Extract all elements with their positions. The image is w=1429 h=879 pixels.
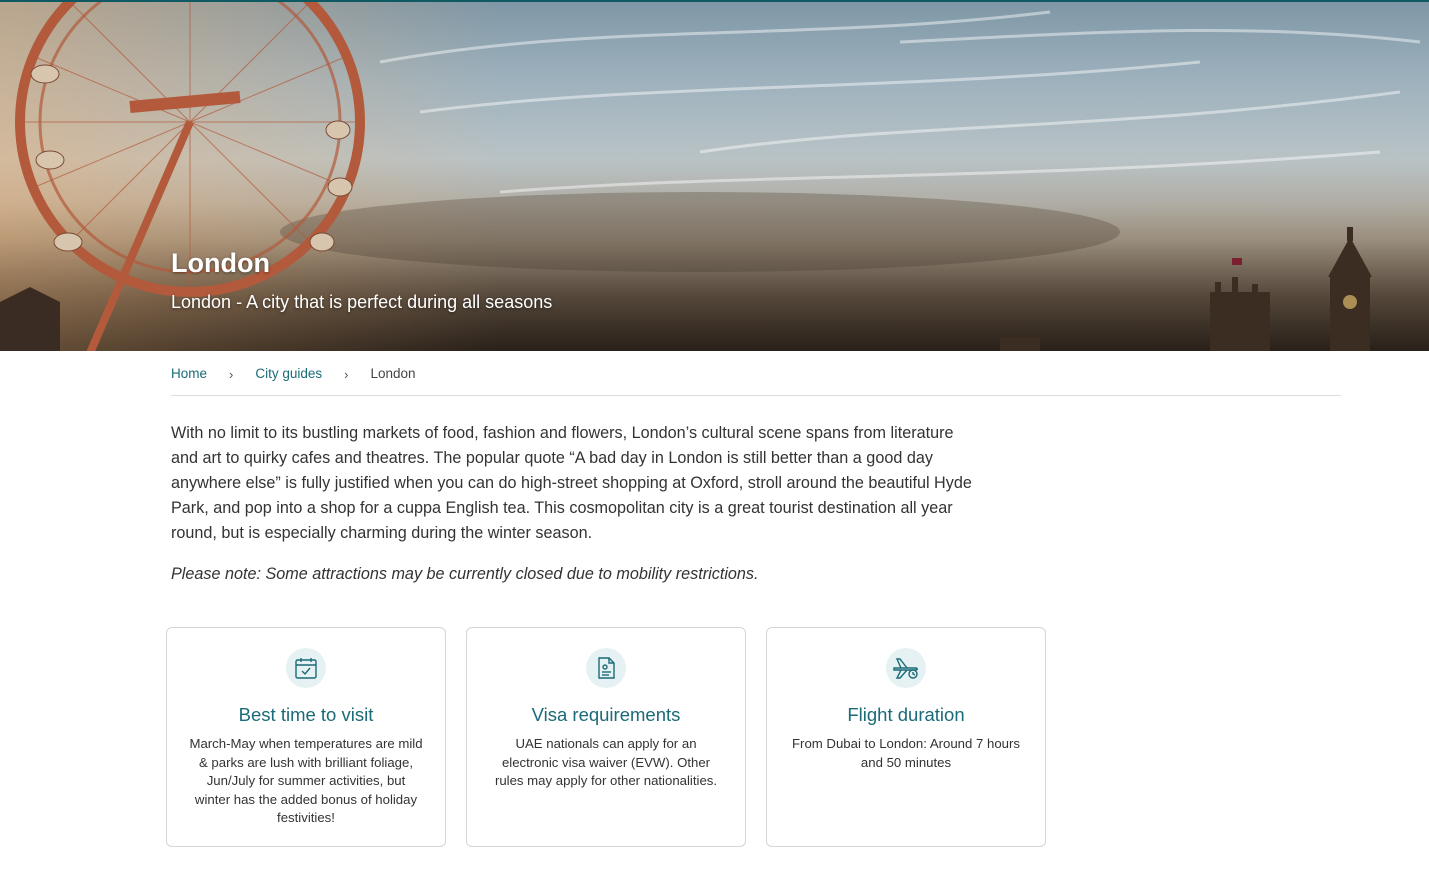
card-title: Best time to visit	[238, 704, 374, 725]
intro-paragraph: With no limit to its bustling markets of…	[171, 424, 972, 542]
info-cards: Best time to visit March-May when temper…	[166, 627, 1046, 847]
flight-duration-card: Flight duration From Dubai to London: Ar…	[766, 627, 1046, 847]
hero-banner: London London - A city that is perfect d…	[0, 0, 1429, 351]
card-text: From Dubai to London: Around 7 hours and…	[792, 736, 1020, 770]
visa-document-icon	[586, 648, 626, 688]
breadcrumb-home-link[interactable]: Home	[171, 366, 207, 381]
card-text: UAE nationals can apply for an electroni…	[494, 736, 718, 788]
chevron-right-icon: ›	[344, 367, 349, 382]
visa-card: Visa requirements UAE nationals can appl…	[466, 627, 746, 847]
page-title: London	[171, 248, 270, 278]
airplane-clock-icon	[886, 648, 926, 688]
breadcrumb: Home › City guides › London	[171, 366, 1341, 396]
card-text: March-May when temperatures are mild & p…	[189, 736, 423, 825]
mobility-note: Please note: Some attractions may be cur…	[171, 565, 759, 583]
calendar-icon	[286, 648, 326, 688]
breadcrumb-current: London	[370, 366, 416, 381]
best-time-card: Best time to visit March-May when temper…	[166, 627, 446, 847]
card-title: Visa requirements	[531, 704, 681, 725]
page-subtitle: London - A city that is perfect during a…	[171, 292, 553, 312]
breadcrumb-city-guides-link[interactable]: City guides	[255, 366, 322, 381]
card-title: Flight duration	[847, 704, 965, 725]
chevron-right-icon: ›	[229, 367, 234, 382]
